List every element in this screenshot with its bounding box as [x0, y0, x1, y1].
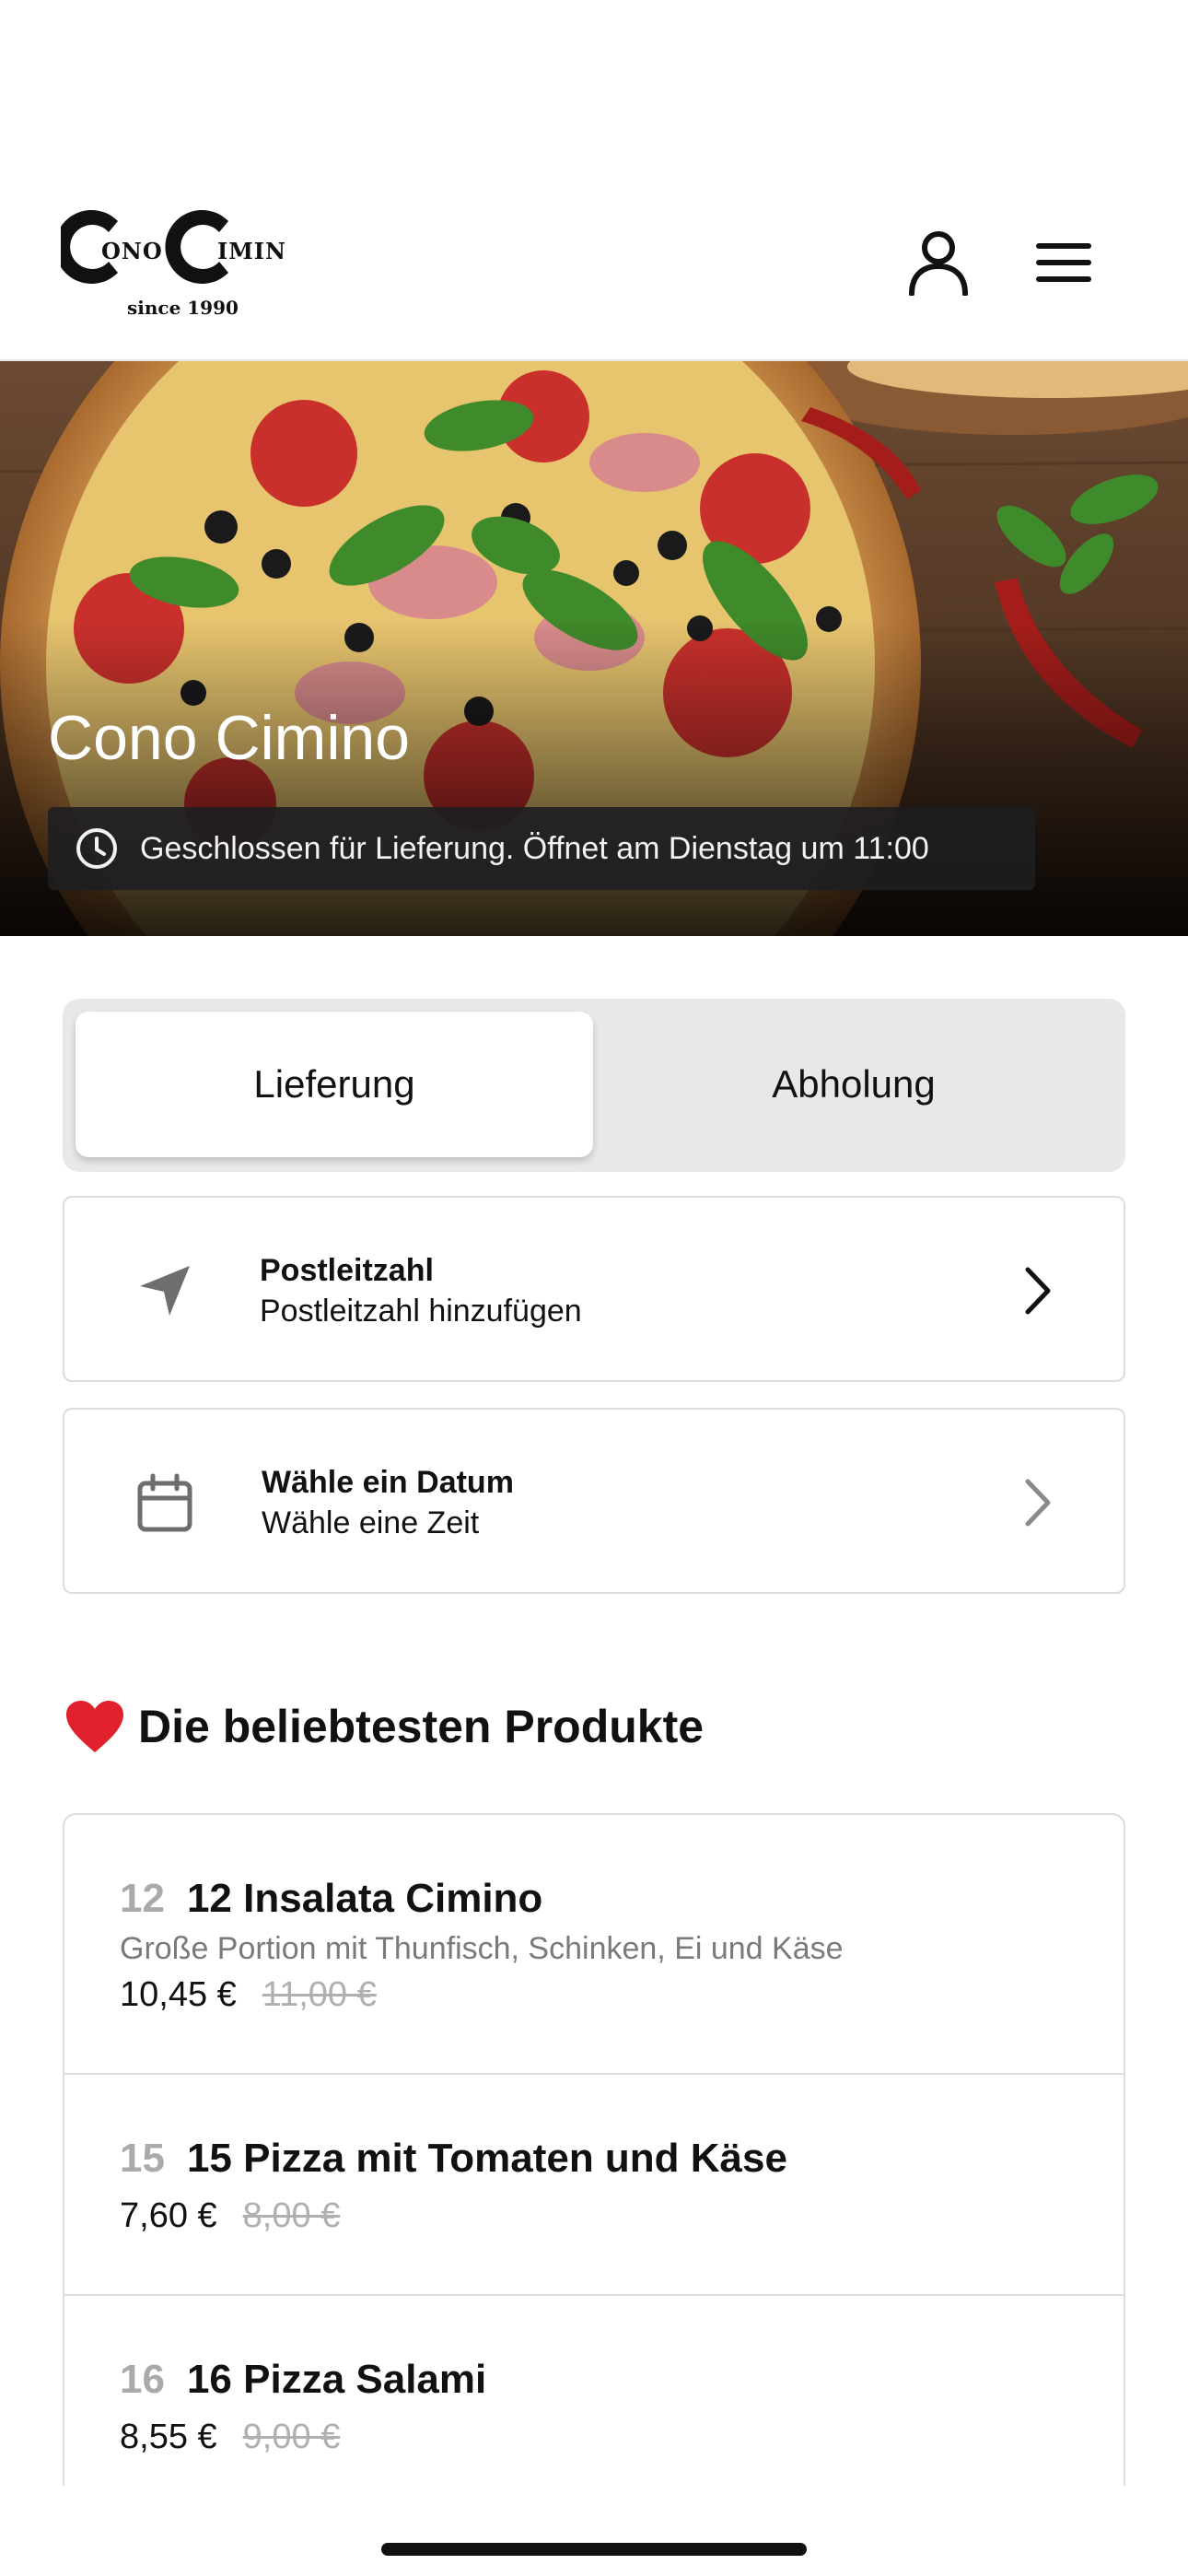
logo-since: since 1990	[127, 297, 239, 319]
product-name: 15 Pizza mit Tomaten und Käse	[186, 2136, 787, 2181]
product-number: 15	[120, 2136, 165, 2181]
location-arrow-icon	[140, 1266, 190, 1316]
tab-delivery[interactable]: Lieferung	[76, 1012, 593, 1157]
calendar-icon	[137, 1473, 192, 1532]
product-price: 7,60 €	[120, 2196, 217, 2235]
home-indicator[interactable]	[381, 2543, 807, 2556]
popular-products-header: Die beliebtesten Produkte	[64, 1699, 704, 1754]
section-title: Die beliebtesten Produkte	[138, 1701, 705, 1752]
app-header: ONO IMIN since 1990	[0, 0, 1188, 361]
tab-pickup[interactable]: Abholung	[595, 1012, 1112, 1157]
product-number: 16	[120, 2357, 165, 2402]
product-description: Große Portion mit Thunfisch, Schinken, E…	[120, 1931, 844, 1966]
product-name: 16 Pizza Salami	[186, 2357, 487, 2402]
time-subtitle: Wähle eine Zeit	[262, 1505, 480, 1540]
menu-button[interactable]	[1022, 221, 1105, 304]
chevron-right-icon	[1025, 1267, 1051, 1315]
chevron-right-icon	[1025, 1479, 1051, 1527]
hamburger-menu-icon	[1036, 243, 1091, 282]
product-old-price: 9,00 €	[242, 2418, 341, 2456]
hero-banner: Cono Cimino Geschlossen für Lieferung. Ö…	[0, 361, 1188, 936]
product-old-price: 11,00 €	[262, 1975, 377, 2014]
clock-icon	[76, 828, 117, 869]
product-number: 12	[120, 1876, 165, 1921]
logo-text-imin: IMIN	[217, 238, 286, 264]
brand-logo[interactable]: ONO IMIN since 1990	[54, 201, 291, 321]
opening-status-banner: Geschlossen für Lieferung. Öffnet am Die…	[48, 807, 1035, 890]
postcode-selector[interactable]: Postleitzahl Postleitzahl hinzufügen	[63, 1196, 1125, 1382]
opening-status-text: Geschlossen für Lieferung. Öffnet am Die…	[140, 830, 929, 866]
popular-products-list: 12 12 Insalata Cimino Große Portion mit T…	[63, 1813, 1125, 2486]
product-item[interactable]: 12 12 Insalata Cimino Große Portion mit T…	[64, 1815, 1124, 2075]
date-time-selector[interactable]: Wähle ein Datum Wähle eine Zeit	[63, 1408, 1125, 1594]
heart-icon	[66, 1701, 123, 1752]
product-item[interactable]: 15 15 Pizza mit Tomaten und Käse 7,60 € 8,…	[64, 2075, 1124, 2296]
logo-text-ono: ONO	[101, 238, 163, 264]
postcode-title: Postleitzahl	[260, 1253, 434, 1288]
person-icon	[909, 231, 968, 296]
product-item[interactable]: 16 16 Pizza Salami 8,55 € 9,00 €	[64, 2296, 1124, 2486]
postcode-subtitle: Postleitzahl hinzufügen	[260, 1294, 582, 1329]
date-title: Wähle ein Datum	[262, 1465, 514, 1500]
product-price: 8,55 €	[120, 2418, 217, 2456]
restaurant-name: Cono Cimino	[48, 703, 411, 773]
product-old-price: 8,00 €	[242, 2196, 341, 2235]
product-name: 12 Insalata Cimino	[186, 1876, 543, 1921]
profile-button[interactable]	[897, 221, 980, 304]
order-mode-toggle: Lieferung Abholung	[63, 999, 1125, 1172]
product-price: 10,45 €	[120, 1975, 237, 2014]
